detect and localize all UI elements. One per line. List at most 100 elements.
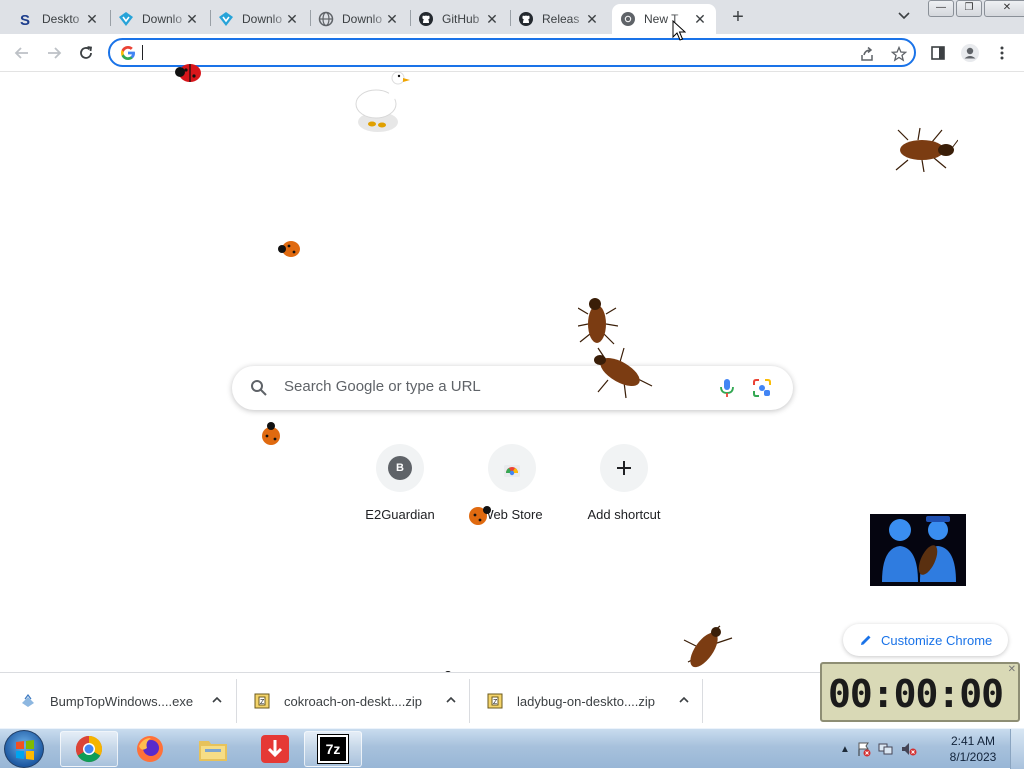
text-caret (142, 45, 143, 60)
tab-close-icon[interactable]: ✕ (484, 11, 500, 27)
profile-button[interactable] (958, 41, 982, 65)
omnibox-input[interactable] (144, 43, 844, 63)
tab-close-icon[interactable]: ✕ (84, 11, 100, 27)
timer-display: 00:00:00 (828, 672, 1004, 716)
zip-icon: Z (254, 693, 270, 709)
tab-close-icon[interactable]: ✕ (284, 11, 300, 27)
shortcut-label: E2Guardian (365, 507, 435, 522)
show-hidden-icons-icon[interactable]: ▲ (840, 744, 850, 755)
network-icon[interactable] (878, 741, 894, 757)
download-item[interactable]: BumpTopWindows....exe (20, 679, 234, 723)
chrome-icon (620, 11, 636, 27)
volume-muted-icon[interactable] (900, 741, 918, 757)
tab-download-3[interactable]: Downlo ✕ (310, 4, 408, 34)
microphone-icon[interactable] (718, 377, 736, 399)
menu-button[interactable] (990, 41, 1014, 65)
download-divider (469, 679, 470, 723)
taskbar-chrome[interactable] (60, 731, 118, 767)
google-lens-icon[interactable] (752, 378, 772, 398)
show-desktop-button[interactable] (1010, 729, 1024, 769)
tab-close-icon[interactable]: ✕ (692, 11, 708, 27)
tab-releases[interactable]: Releas ✕ (510, 4, 608, 34)
github-icon (418, 11, 434, 27)
tab-desktop[interactable]: S Deskto ✕ (10, 4, 108, 34)
download-arrow-icon (261, 735, 289, 763)
tab-label: GitHub (442, 12, 480, 26)
new-tab-button[interactable]: + (726, 6, 750, 30)
tab-close-icon[interactable]: ✕ (184, 11, 200, 27)
side-panel-icon (931, 46, 945, 60)
side-panel-button[interactable] (926, 41, 950, 65)
minimize-button[interactable]: — (928, 0, 954, 17)
taskbar-downloader[interactable] (246, 731, 304, 767)
tab-close-icon[interactable]: ✕ (584, 11, 600, 27)
tab-search-chevron-icon[interactable] (894, 8, 914, 28)
shortcut-icon-circle (600, 444, 648, 492)
close-button[interactable]: ✕ (984, 0, 1024, 17)
tab-download-1[interactable]: Downlo ✕ (110, 4, 208, 34)
tab-label: Downlo (342, 12, 383, 26)
action-center-flag-icon[interactable] (856, 741, 872, 757)
svg-text:S: S (20, 12, 30, 27)
clock-date: 8/1/2023 (949, 750, 997, 764)
maximize-button[interactable]: ❐ (956, 0, 982, 17)
chevron-up-icon[interactable] (444, 693, 458, 707)
ladybug-icon (469, 506, 491, 525)
bookmark-star-icon[interactable] (890, 45, 908, 63)
windows-logo-icon (16, 740, 34, 760)
7zip-label: 7z (325, 741, 341, 757)
customize-chrome-button[interactable]: Customize Chrome (843, 624, 1008, 656)
shortcut-label: Add shortcut (587, 507, 661, 522)
forward-button[interactable] (42, 41, 66, 65)
tab-github[interactable]: GitHub ✕ (410, 4, 508, 34)
chevron-up-icon[interactable] (210, 693, 224, 707)
search-placeholder: Search Google or type a URL (284, 378, 481, 395)
firefox-logo-icon (137, 736, 163, 762)
taskbar-file-explorer[interactable] (184, 731, 242, 767)
reload-icon (80, 46, 93, 59)
tab-download-2[interactable]: Downlo ✕ (210, 4, 308, 34)
stopwatch-widget[interactable]: 00:00:00 ✕ (820, 662, 1020, 722)
reload-button[interactable] (74, 41, 98, 65)
close-icon[interactable]: ✕ (1008, 664, 1016, 675)
tab-label: Releas (542, 12, 580, 26)
shortcut-icon-circle (488, 444, 536, 492)
add-shortcut-button[interactable]: Add shortcut (568, 444, 680, 530)
folder-icon (199, 741, 227, 761)
ladybug-icon (278, 241, 300, 257)
window-controls: — ❐ ✕ (928, 0, 1024, 17)
download-filename: cokroach-on-deskt....zip (284, 693, 423, 709)
svg-text:Z: Z (493, 699, 498, 706)
address-bar[interactable] (108, 38, 916, 67)
download-item[interactable]: Z cokroach-on-deskt....zip (254, 679, 468, 723)
chevron-up-icon[interactable] (677, 693, 691, 707)
tab-new-tab[interactable]: New T ✕ (612, 4, 716, 34)
ntp-search-box[interactable]: Search Google or type a URL (232, 366, 793, 410)
letter-b-icon: B (388, 456, 412, 480)
shortcut-e2guardian[interactable]: B E2Guardian (344, 444, 456, 530)
download-filename: ladybug-on-deskto....zip (517, 693, 656, 709)
mouse-cursor-icon (672, 20, 686, 41)
taskbar-clock[interactable]: 2:41 AM 8/1/2023 (942, 733, 1004, 765)
download-item[interactable]: Z ladybug-on-deskto....zip (487, 679, 701, 723)
pencil-icon (861, 635, 871, 645)
share-icon[interactable] (858, 45, 876, 63)
7zip-logo-icon: 7z (317, 734, 349, 764)
web-store-icon (504, 465, 520, 477)
two-users-icon (870, 514, 966, 586)
customize-label: Customize Chrome (881, 632, 993, 648)
back-button[interactable] (10, 41, 34, 65)
github-icon (518, 11, 534, 27)
taskbar-7zip[interactable]: 7z (304, 731, 362, 767)
download-divider (702, 679, 703, 723)
forward-arrow-icon (48, 47, 62, 59)
download-diamond-icon (118, 11, 134, 27)
taskbar-firefox[interactable] (121, 731, 179, 767)
windows-taskbar: 7z ▲ 2:41 AM 8/1/2023 (0, 728, 1024, 769)
cockroach-icon (594, 347, 653, 399)
back-arrow-icon (14, 47, 28, 59)
tab-strip: S Deskto ✕ Downlo ✕ Downlo ✕ Downlo ✕ Gi… (0, 0, 1024, 34)
start-button[interactable] (4, 730, 44, 768)
tab-close-icon[interactable]: ✕ (384, 11, 400, 27)
ladybug-icon (262, 422, 280, 445)
